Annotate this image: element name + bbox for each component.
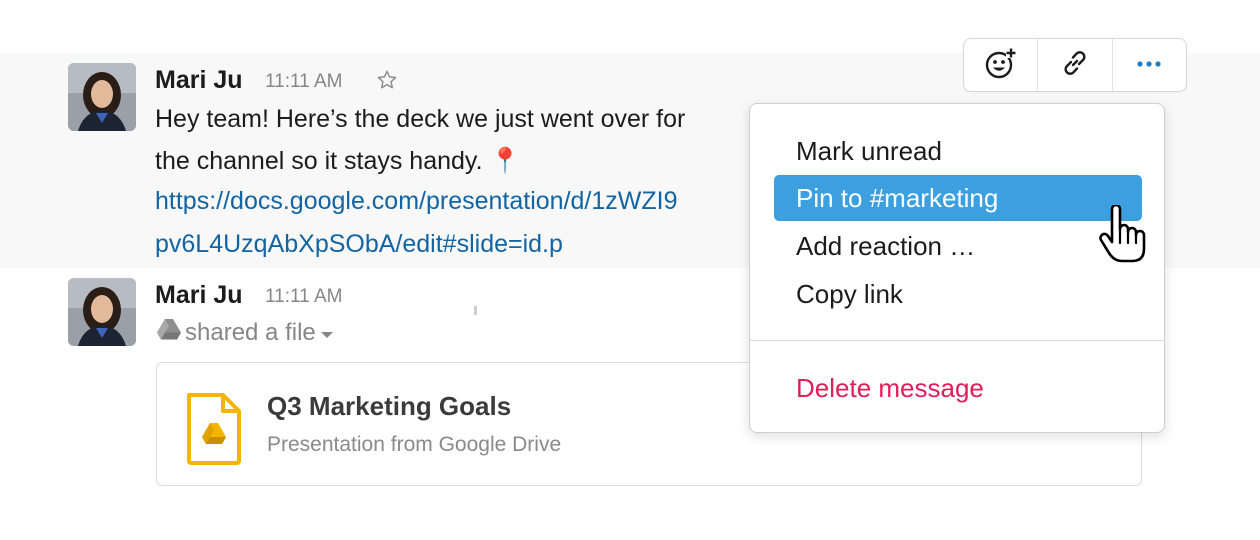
add-reaction-icon	[984, 46, 1018, 85]
message-link[interactable]: https://docs.google.com/presentation/d/1…	[155, 187, 678, 216]
menu-item-delete-message[interactable]: Delete message	[774, 365, 1142, 411]
message-text-line: Hey team! Here’s the deck we just went o…	[155, 105, 686, 133]
message-actions-toolbar	[963, 38, 1187, 92]
menu-item-pin-to-channel[interactable]: Pin to #marketing	[774, 175, 1142, 221]
divider-mark	[474, 306, 477, 315]
author-name[interactable]: Mari Ju	[155, 281, 243, 310]
file-subtitle: Presentation from Google Drive	[267, 433, 562, 456]
shared-file-line[interactable]: shared a file	[157, 318, 334, 347]
caret-down-icon[interactable]	[320, 319, 334, 347]
copy-link-button[interactable]	[1038, 39, 1113, 91]
star-icon[interactable]	[376, 69, 398, 96]
author-name[interactable]: Mari Ju	[155, 66, 243, 95]
round-pushpin-emoji: 📍	[489, 147, 521, 175]
avatar[interactable]	[68, 278, 136, 346]
google-drive-icon	[157, 318, 181, 347]
add-reaction-button[interactable]	[964, 39, 1039, 91]
avatar[interactable]	[68, 63, 136, 131]
link-icon	[1060, 48, 1090, 83]
message-link[interactable]: pv6L4UzqAbXpSObA/edit#slide=id.p	[155, 230, 563, 259]
more-horizontal-icon	[1134, 56, 1164, 74]
hand-pointer-cursor-icon	[1097, 203, 1149, 270]
menu-item-mark-unread[interactable]: Mark unread	[774, 128, 1142, 174]
message-text: the channel so it stays handy.	[155, 147, 483, 175]
menu-item-add-reaction[interactable]: Add reaction …	[774, 223, 1142, 269]
message-text-line: the channel so it stays handy. 📍	[155, 140, 521, 182]
timestamp[interactable]: 11:11 AM	[265, 71, 342, 93]
menu-divider	[750, 340, 1164, 341]
timestamp[interactable]: 11:11 AM	[265, 286, 342, 308]
google-slides-file-icon	[185, 393, 243, 470]
shared-file-label: shared a file	[185, 318, 316, 346]
menu-item-copy-link[interactable]: Copy link	[774, 271, 1142, 317]
more-actions-button[interactable]	[1113, 39, 1186, 91]
file-title[interactable]: Q3 Marketing Goals	[267, 391, 511, 422]
